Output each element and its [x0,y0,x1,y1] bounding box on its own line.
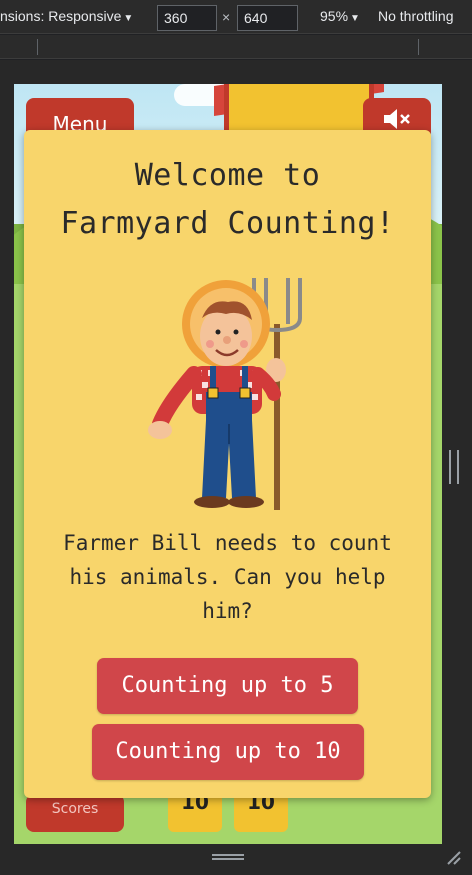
speaker-muted-icon [384,109,410,129]
welcome-modal: Welcome to Farmyard Counting! Farmer Bil… [24,130,431,798]
count-to-10-button[interactable]: Counting up to 10 [92,724,364,780]
resize-corner-icon[interactable] [446,850,462,866]
chevron-down-icon: ▼ [350,13,360,24]
zoom-dropdown[interactable]: 95% ▼ [320,8,360,24]
dimension-separator: × [222,9,231,25]
farmer-bill-illustration [147,278,302,510]
devtools-device-toolbar: nsions: Responsive▼ × 95%▼ No throttling [0,0,472,34]
throttle-label: No throttling [378,8,454,24]
throttling-dropdown[interactable]: No throttling [378,8,453,24]
viewport-resize-handle-bottom[interactable] [212,854,244,860]
modal-title-line2: Farmyard Counting! [60,206,395,241]
width-input[interactable] [157,5,217,31]
scores-button[interactable]: Scores [26,794,124,832]
ruler-divider [418,39,419,55]
dimensions-dropdown[interactable]: nsions: Responsive ▼ [0,8,133,24]
zoom-label: 95% [320,8,349,24]
modal-description: Farmer Bill needs to count his animals. … [63,531,392,623]
ruler-divider [37,39,38,55]
media-query-ruler [0,35,472,59]
modal-title-line1: Welcome to [134,158,321,193]
chevron-down-icon: ▼ [123,13,134,24]
modal-title: Welcome to Farmyard Counting! [24,152,431,248]
viewport-resize-handle[interactable] [449,450,459,484]
dimensions-label: nsions: Responsive [0,8,122,24]
count-to-5-button[interactable]: Counting up to 5 [97,658,358,714]
height-input[interactable] [237,5,298,31]
